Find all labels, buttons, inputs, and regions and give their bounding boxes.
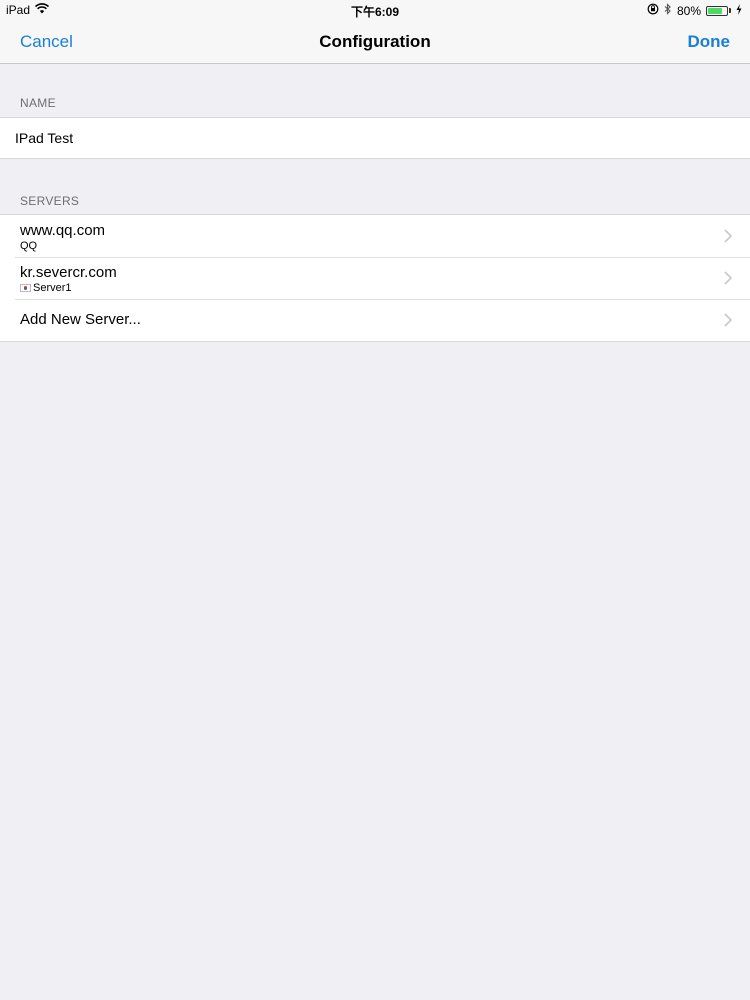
orientation-lock-icon (647, 3, 659, 18)
server-row-qq[interactable]: www.qq.com QQ (0, 215, 750, 257)
chevron-right-icon (724, 271, 732, 285)
server-label: QQ (20, 240, 38, 252)
battery-icon (706, 5, 728, 16)
status-bar-time: 下午6:09 (350, 5, 400, 19)
chevron-right-icon (724, 229, 732, 243)
page-title: Configuration (319, 32, 431, 51)
server-label: Server1 (33, 282, 72, 294)
chevron-right-icon (724, 313, 732, 327)
name-cell (0, 118, 750, 158)
status-bar: iPad 下午6:09 80% (0, 0, 750, 20)
navigation-bar: Cancel Configuration Done (0, 20, 750, 64)
name-input[interactable] (15, 130, 715, 146)
charging-icon (736, 3, 742, 18)
server-row-kr[interactable]: kr.severcr.com Server1 (0, 257, 750, 299)
done-button[interactable]: Done (688, 32, 731, 52)
server-host: kr.severcr.com (20, 264, 117, 281)
status-bar-right: 80% (647, 3, 742, 18)
battery-percent: 80% (676, 3, 701, 18)
add-new-server-button[interactable]: Add New Server... (0, 299, 750, 341)
servers-group: www.qq.com QQ kr.severcr.com Server1 Add… (0, 214, 750, 342)
add-new-server-label: Add New Server... (20, 311, 141, 328)
battery-tip (729, 8, 731, 13)
server-label-container: Server1 (20, 282, 72, 294)
servers-section-header: SERVERS (20, 194, 80, 208)
battery-level-fill (708, 7, 723, 14)
server-label-container: QQ (20, 240, 37, 252)
server-host: www.qq.com (20, 222, 106, 239)
south-korea-flag-icon (20, 284, 31, 292)
name-section-header: NAME (20, 96, 56, 110)
bluetooth-icon (664, 3, 672, 18)
name-group (0, 117, 750, 159)
